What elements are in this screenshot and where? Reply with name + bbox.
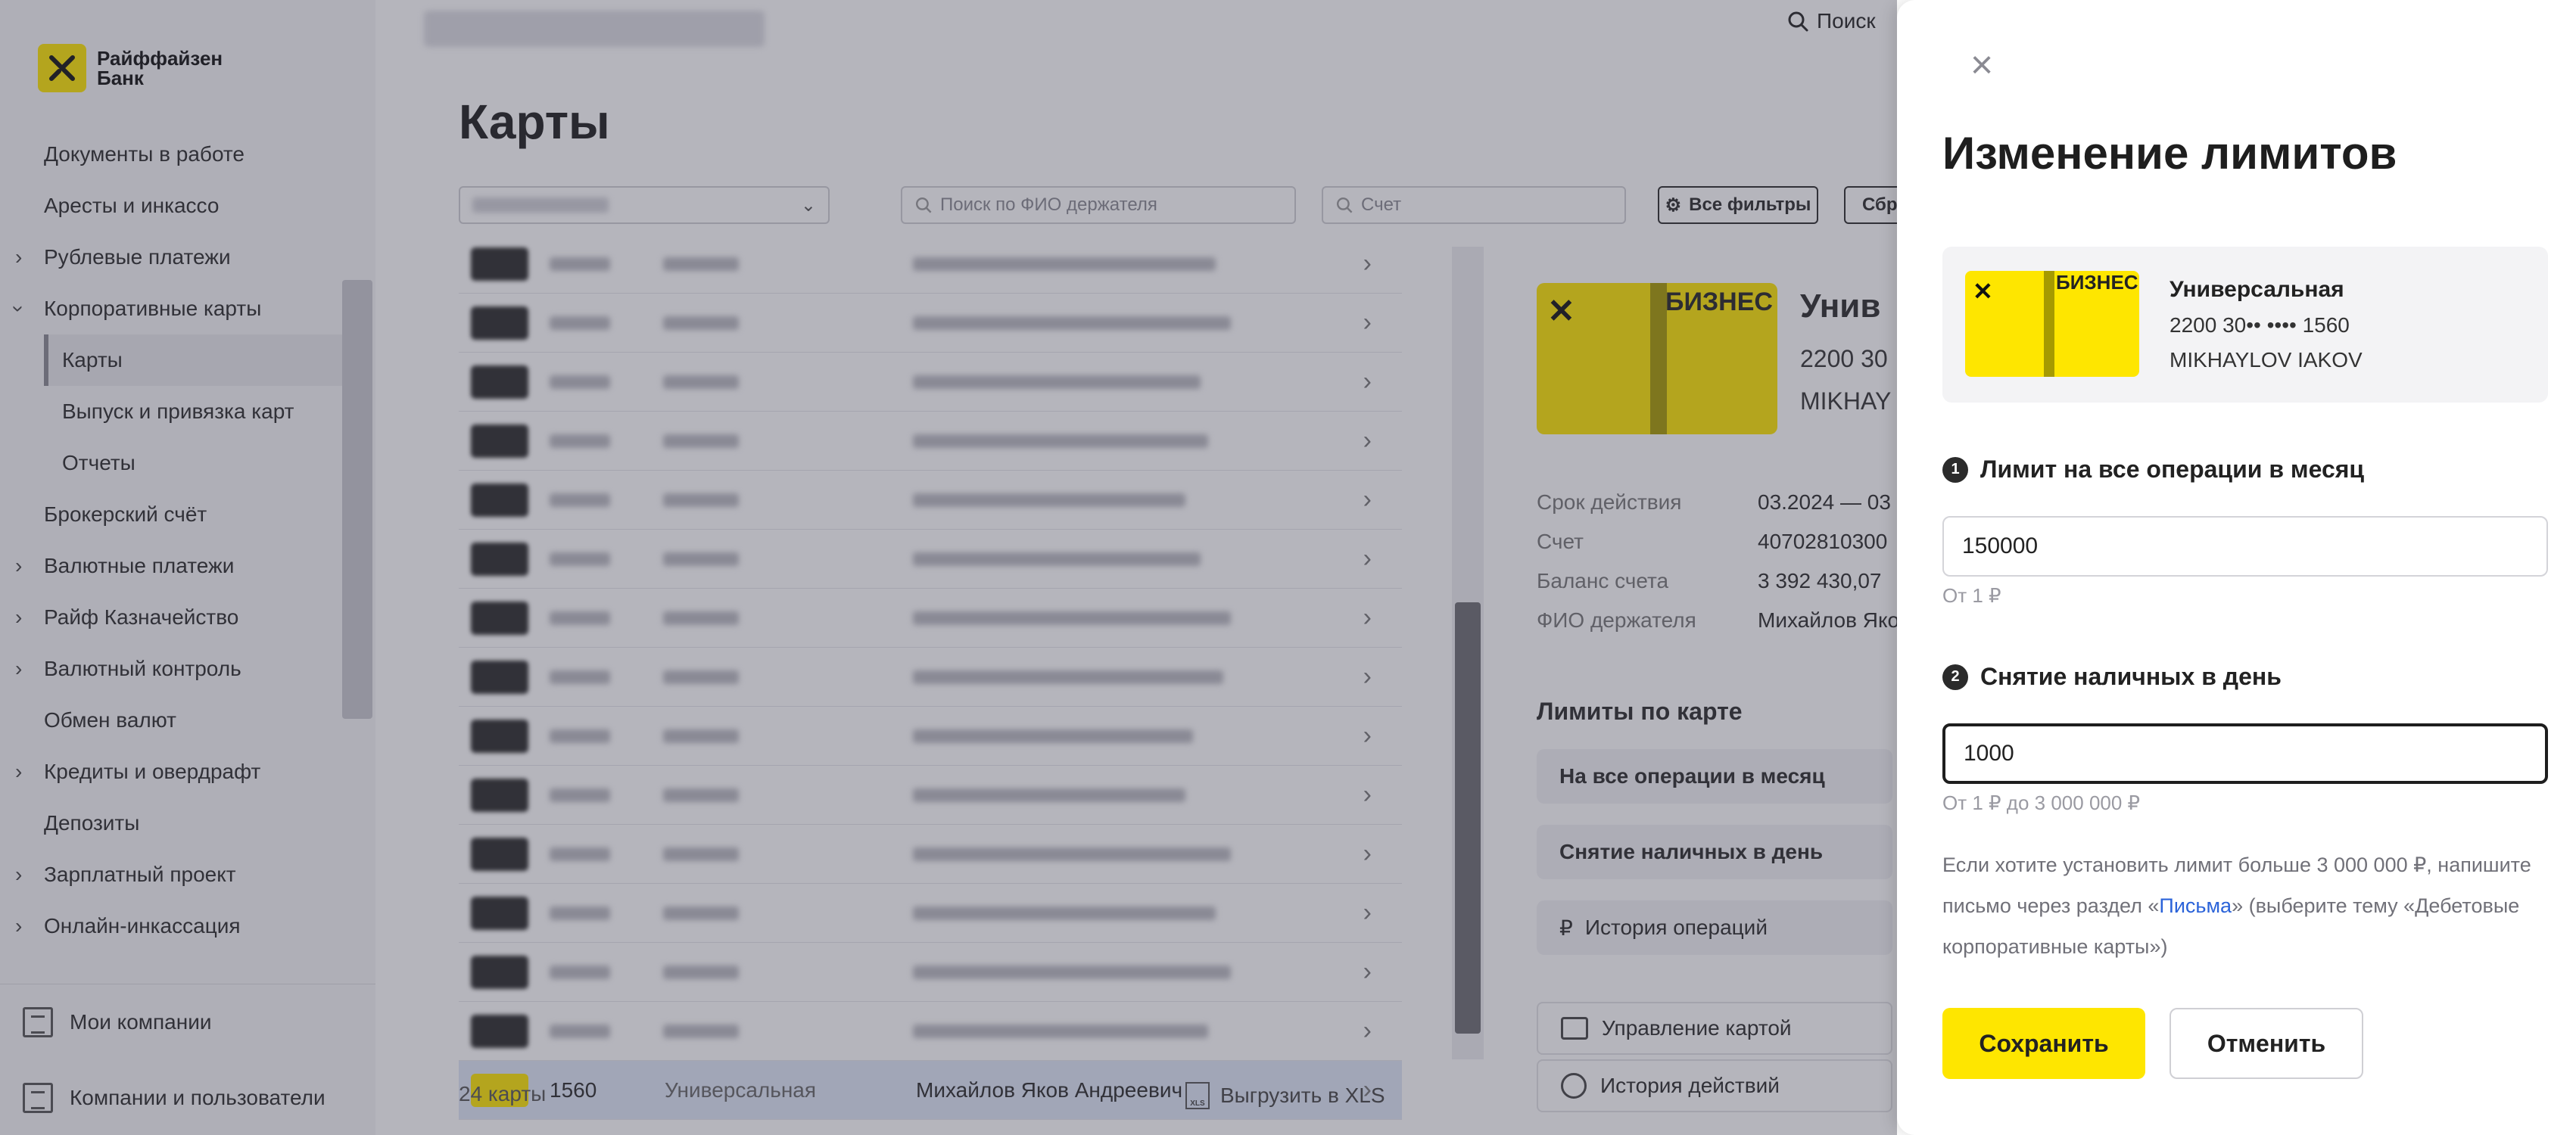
step-number: 2 (1942, 664, 1968, 690)
monthly-limit-input[interactable] (1942, 516, 2548, 577)
field-label-text: Лимит на все операции в месяц (1980, 456, 2365, 483)
card-number: 2200 30•• •••• 1560 (2170, 313, 2350, 337)
field-label-text: Снятие наличных в день (1980, 663, 2282, 690)
cancel-button[interactable]: Отменить (2170, 1008, 2363, 1079)
save-button[interactable]: Сохранить (1942, 1008, 2145, 1079)
card-image: ✕ БИЗНЕС (1965, 271, 2139, 377)
cash-limit-input[interactable] (1942, 723, 2548, 784)
logo-icon: ✕ (1973, 278, 1993, 305)
letters-link[interactable]: Письма (2159, 894, 2232, 917)
change-limits-modal: × Изменение лимитов ✕ БИЗНЕС Универсальн… (1897, 0, 2576, 1135)
step-number: 1 (1942, 456, 1968, 483)
card-summary: ✕ БИЗНЕС Универсальная 2200 30•• •••• 15… (1942, 247, 2548, 403)
background-app: Райффайзен Банк Документы в работе Арест… (0, 0, 1897, 1135)
card-badge: БИЗНЕС (2056, 271, 2138, 294)
modal-title: Изменение лимитов (1942, 128, 2397, 179)
monthly-limit-label: 1 Лимит на все операции в месяц (1942, 456, 2364, 484)
card-name: Универсальная (2170, 277, 2344, 302)
modal-backdrop[interactable] (0, 0, 1897, 1135)
cash-limit-hint: От 1 ₽ до 3 000 000 ₽ (1942, 791, 2141, 814)
limit-note: Если хотите установить лимит больше 3 00… (1942, 844, 2548, 967)
close-icon[interactable]: × (1961, 43, 2003, 87)
card-holder: MIKHAYLOV IAKOV (2170, 348, 2363, 372)
cash-limit-label: 2 Снятие наличных в день (1942, 663, 2282, 691)
monthly-limit-hint: От 1 ₽ (1942, 584, 2001, 607)
card-stripe (2044, 271, 2054, 377)
